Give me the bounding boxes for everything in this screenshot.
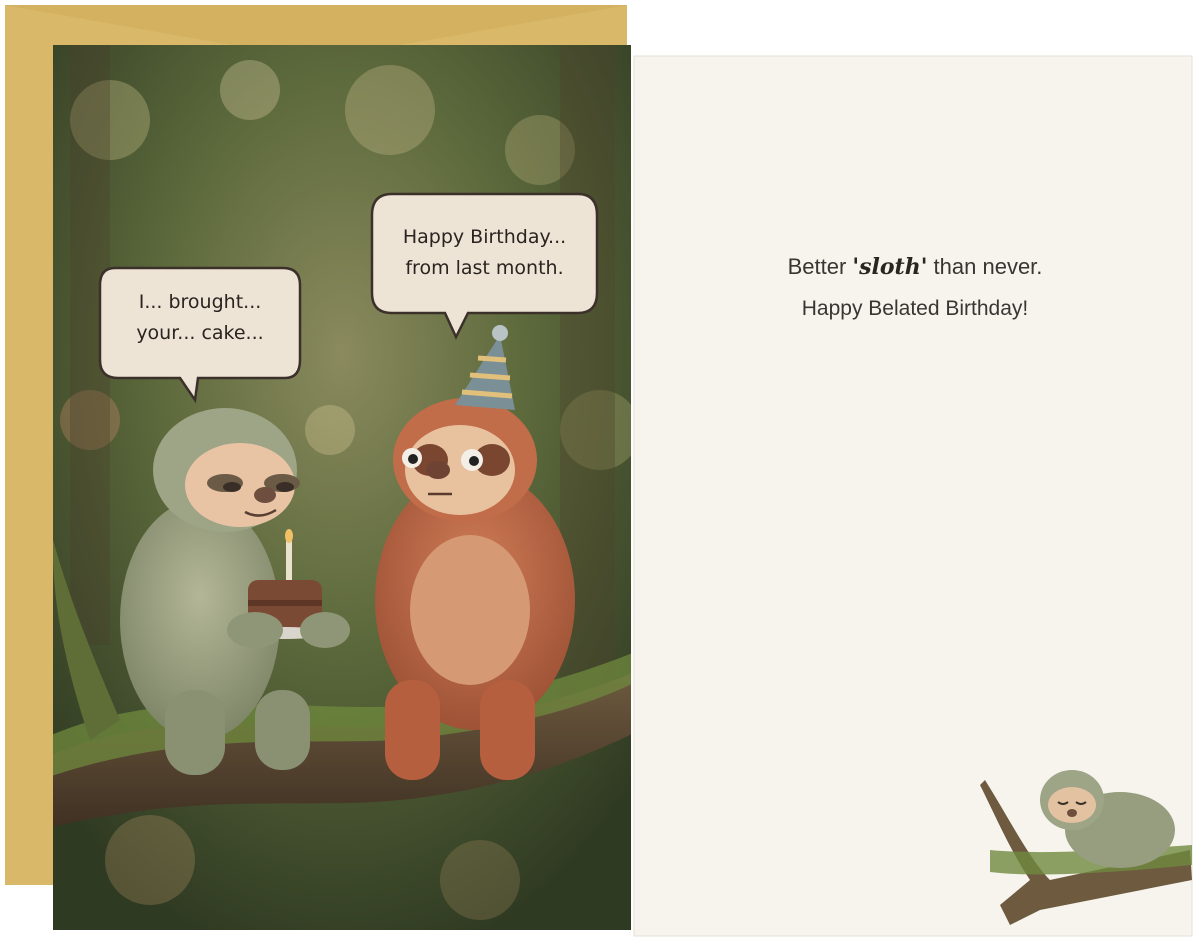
inside-line1-script: 'sloth' bbox=[852, 254, 928, 280]
inside-line1-after: than never. bbox=[927, 254, 1043, 279]
inside-line1-before: Better bbox=[787, 254, 853, 279]
bubble-left-line2: your... cake... bbox=[136, 322, 264, 344]
bubble-left-line1: I... brought... bbox=[138, 291, 262, 313]
inside-message-line2: Happy Belated Birthday! bbox=[801, 297, 1029, 320]
greeting-card-scene bbox=[5, 5, 1193, 937]
front-card bbox=[53, 45, 631, 930]
bubble-right-text: Happy Birthday... from last month. bbox=[372, 222, 597, 284]
inside-message-line1: Better 'sloth' than never. bbox=[640, 254, 1190, 280]
bubble-left-text: I... brought... your... cake... bbox=[100, 287, 300, 349]
bubble-right-line1: Happy Birthday... bbox=[402, 226, 567, 248]
bubble-right-line2: from last month. bbox=[405, 257, 564, 279]
